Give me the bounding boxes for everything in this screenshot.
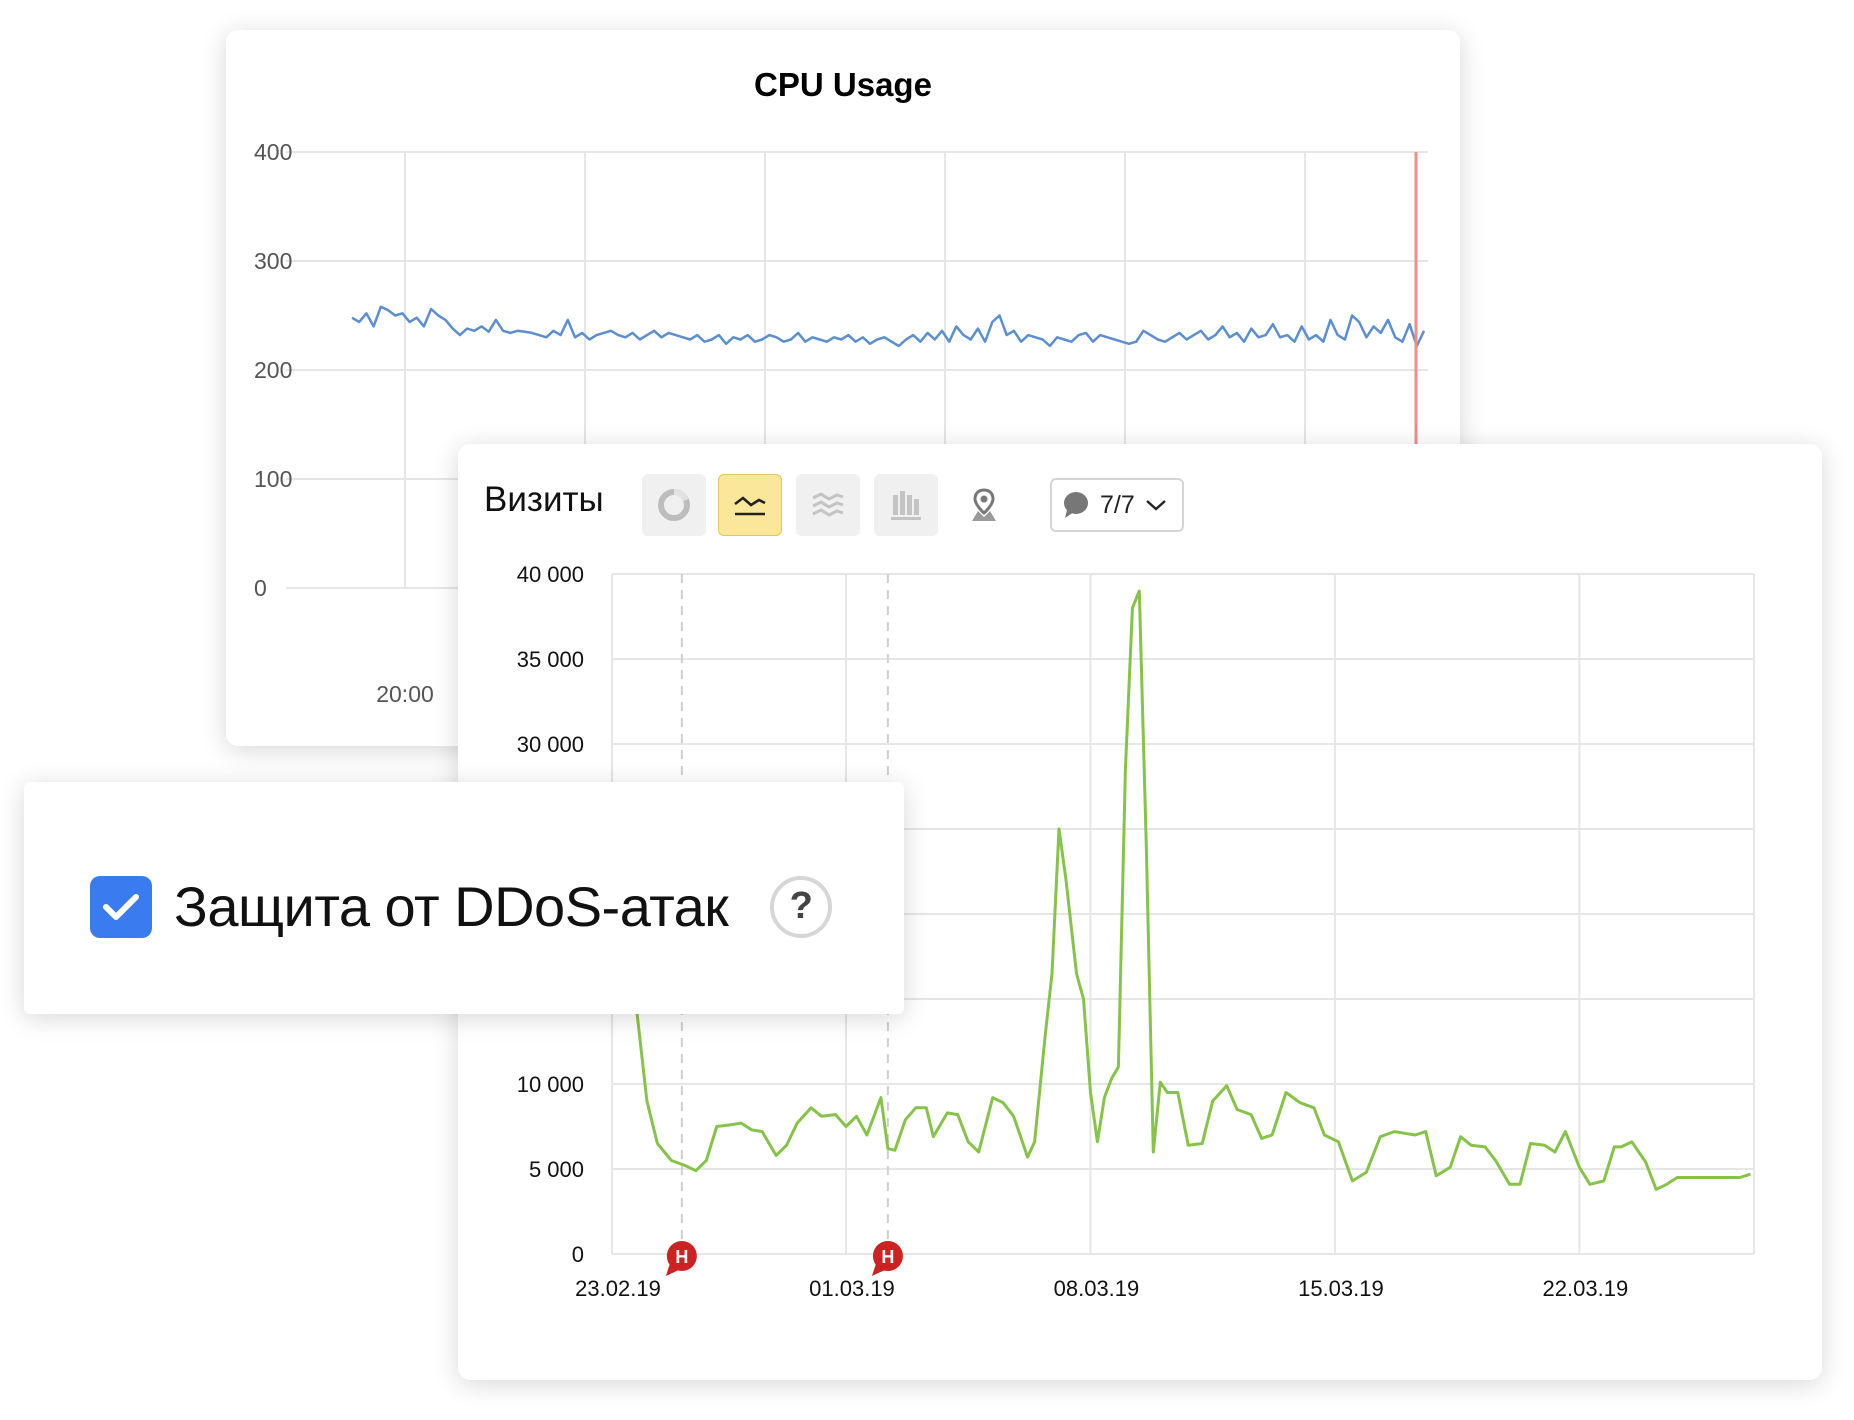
cpu-y-tick: 100 [254, 466, 292, 492]
holiday-marker[interactable]: Н [871, 1241, 903, 1276]
visits-x-axis-ticks: 23.02.19 01.03.19 08.03.19 15.03.19 22.03.19 [575, 1276, 1628, 1301]
visits-x-tick: 01.03.19 [809, 1276, 895, 1301]
visits-x-tick: 22.03.19 [1543, 1276, 1629, 1301]
visits-y-tick: 5 000 [529, 1157, 584, 1182]
visits-y-tick: 30 000 [517, 732, 584, 757]
cpu-y-axis-ticks: 0 100 200 300 400 [254, 139, 292, 601]
visits-y-tick: 10 000 [517, 1072, 584, 1097]
visits-x-tick: 08.03.19 [1054, 1276, 1140, 1301]
visits-x-tick: 15.03.19 [1298, 1276, 1384, 1301]
holiday-marker-label: Н [881, 1247, 894, 1267]
visits-y-tick: 40 000 [517, 562, 584, 587]
ddos-protection-panel: Защита от DDoS-атак ? [24, 782, 904, 1014]
holiday-markers: НН [665, 1241, 903, 1276]
ddos-checkbox[interactable] [90, 875, 152, 938]
checkmark-icon [103, 893, 139, 920]
cpu-y-tick: 400 [254, 139, 292, 165]
cpu-y-tick: 200 [254, 357, 292, 383]
cpu-series-line [351, 305, 1426, 348]
holiday-marker[interactable]: Н [665, 1241, 697, 1276]
cpu-x-tick: 20:00 [376, 681, 434, 707]
visits-x-tick: 23.02.19 [575, 1276, 661, 1301]
cpu-y-tick: 300 [254, 248, 292, 274]
cpu-y-tick: 0 [254, 575, 267, 601]
visits-y-tick: 35 000 [517, 647, 584, 672]
cpu-chart-title: CPU Usage [754, 66, 932, 103]
visits-y-tick: 0 [572, 1242, 584, 1267]
cpu-series [351, 305, 1426, 348]
help-icon[interactable]: ? [770, 875, 833, 938]
holiday-marker-label: Н [675, 1247, 688, 1267]
ddos-label: Защита от DDoS-атак [174, 875, 729, 938]
